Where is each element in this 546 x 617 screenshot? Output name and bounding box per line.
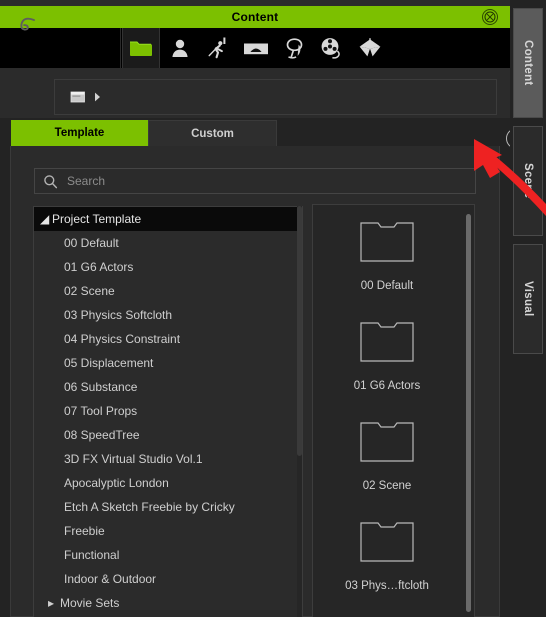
breadcrumb-root[interactable] (70, 90, 102, 104)
tree-root-project-template[interactable]: ◢ Project Template (34, 207, 302, 231)
tree-item-label: Functional (64, 548, 120, 562)
tree-item-label: 05 Displacement (64, 356, 154, 370)
folder-small-icon (70, 91, 85, 103)
tree-item-label: Apocalyptic London (64, 476, 169, 490)
tree-item-label: Etch A Sketch Freebie by Cricky (64, 500, 235, 514)
back-arrow-icon[interactable] (14, 12, 42, 38)
search-input[interactable]: Search (34, 168, 476, 194)
tree-item[interactable]: 06 Substance (34, 375, 302, 399)
umbrella-icon[interactable] (352, 28, 388, 68)
tree-item-label: 06 Substance (64, 380, 138, 394)
thumbnail-label: 01 G6 Actors (353, 380, 421, 392)
avatar-icon[interactable] (162, 28, 198, 68)
folder-outline-icon (357, 515, 417, 572)
dock-tab-visual-label: Visual (522, 281, 534, 317)
tree-root-label: Project Template (52, 212, 142, 226)
thumbnail-scrollbar-thumb[interactable] (466, 214, 471, 612)
tree-item-label: 04 Physics Constraint (64, 332, 181, 346)
tab-custom-label: Custom (191, 127, 234, 140)
folder-outline-icon (360, 522, 414, 562)
template-tree[interactable]: ◢ Project Template 00 Default 01 G6 Actor… (33, 206, 303, 617)
tree-item-label: 03 Physics Softcloth (64, 308, 173, 322)
search-placeholder: Search (67, 174, 106, 188)
tree-item[interactable]: Functional (34, 543, 302, 567)
tree-item-label: Indoor & Outdoor (64, 572, 157, 586)
thumbnail-label: 03 Phys…ftcloth (345, 580, 429, 592)
search-icon (44, 174, 58, 188)
tree-item-label: Movie Sets (60, 596, 120, 610)
folder-outline-icon (357, 315, 417, 372)
tree-scrollbar-thumb[interactable] (297, 206, 302, 456)
tree-item[interactable]: 02 Scene (34, 279, 302, 303)
tab-strip: Template Custom (0, 120, 510, 146)
dock-tab-content[interactable]: Content (513, 8, 543, 118)
tree-item[interactable]: 00 Default (34, 231, 302, 255)
folder-outline-icon (360, 422, 414, 462)
breadcrumb[interactable] (54, 79, 497, 115)
thumbnail-item[interactable]: 00 Default (327, 215, 447, 315)
film-reel-icon[interactable] (314, 28, 350, 68)
tree-item-label: 02 Scene (64, 284, 115, 298)
tab-template[interactable]: Template (11, 120, 148, 146)
chevron-right-icon (95, 92, 100, 102)
tree-item-label: 08 SpeedTree (64, 428, 140, 442)
tree-item[interactable]: 01 G6 Actors (34, 255, 302, 279)
tree-item[interactable]: Apocalyptic London (34, 471, 302, 495)
tree-item[interactable]: 07 Tool Props (34, 399, 302, 423)
icon-toolbar (0, 28, 510, 68)
thumbnail-item[interactable]: 02 Scene (327, 415, 447, 515)
tree-item[interactable]: 08 SpeedTree (34, 423, 302, 447)
tree-item-label: 00 Default (64, 236, 119, 250)
scene-icon[interactable] (238, 28, 274, 68)
thumbnail-item[interactable]: 01 G6 Actors (327, 315, 447, 415)
tree-item[interactable]: 03 Physics Softcloth (34, 303, 302, 327)
tree-item[interactable]: 3D FX Virtual Studio Vol.1 (34, 447, 302, 471)
folder-outline-icon (357, 415, 417, 472)
dock-tab-visual[interactable]: Visual (513, 244, 543, 354)
dock-tab-scene[interactable]: Scene (513, 126, 543, 236)
window-title-bar: Content (0, 6, 510, 28)
tree-item-label: 3D FX Virtual Studio Vol.1 (64, 452, 203, 466)
tree-item[interactable]: ▸ Movie Sets (34, 591, 302, 615)
dock-tab-scene-label: Scene (522, 163, 534, 199)
thumbnail-label: 02 Scene (362, 480, 412, 492)
tree-expand-icon[interactable]: ◢ (40, 212, 52, 226)
tree-icon[interactable] (276, 28, 312, 68)
dock-tab-content-label: Content (522, 40, 534, 86)
close-icon[interactable] (482, 9, 498, 25)
folder-outline-icon (360, 322, 414, 362)
tree-scrollbar[interactable] (297, 206, 302, 617)
thumbnail-grid[interactable]: 00 Default 01 G6 Actors 02 Scene 03 Phys…ft… (312, 204, 475, 617)
tab-custom[interactable]: Custom (148, 120, 277, 146)
tree-item[interactable]: Freebie (34, 519, 302, 543)
folder-outline-icon (360, 222, 414, 262)
right-dock: Content Scene Visual (510, 0, 546, 617)
tree-item[interactable]: Indoor & Outdoor (34, 567, 302, 591)
tree-expand-icon[interactable]: ▸ (48, 596, 60, 610)
folder-outline-icon (357, 215, 417, 272)
window-title: Content (231, 10, 279, 24)
thumbnail-scrollbar[interactable] (466, 214, 471, 614)
tree-item[interactable]: 04 Physics Constraint (34, 327, 302, 351)
thumbnail-label: 00 Default (360, 280, 414, 292)
tree-item-label: Freebie (64, 524, 105, 538)
application-window: Content Template Custom Search ◢ Project… (0, 0, 546, 617)
thumbnail-item[interactable]: 03 Phys…ftcloth (327, 515, 447, 615)
tab-template-label: Template (54, 127, 105, 139)
tree-item-label: 01 G6 Actors (64, 260, 134, 274)
tree-item[interactable]: Etch A Sketch Freebie by Cricky (34, 495, 302, 519)
folder-icon[interactable] (122, 28, 160, 68)
tree-item[interactable]: 05 Displacement (34, 351, 302, 375)
motion-icon[interactable] (200, 28, 236, 68)
tree-item-label: 07 Tool Props (64, 404, 138, 418)
